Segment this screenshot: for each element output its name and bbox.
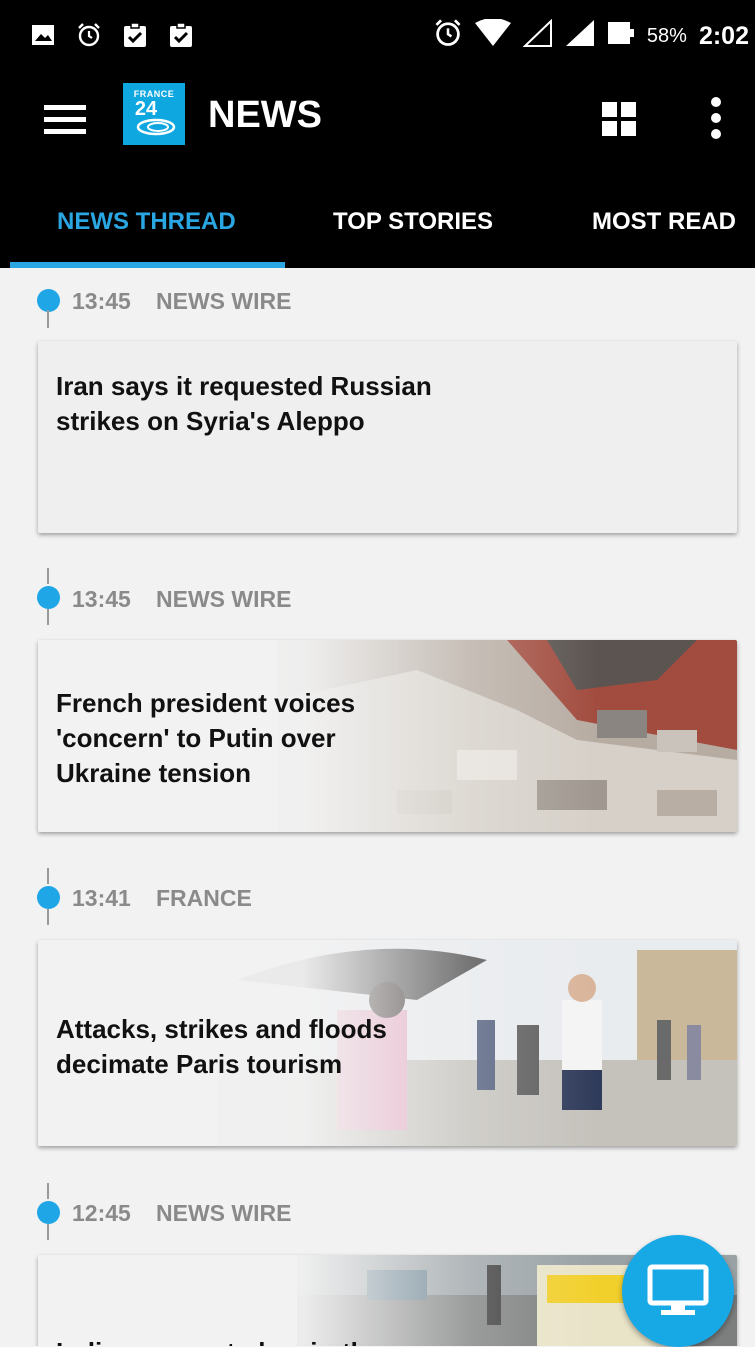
timeline-line [47,310,49,328]
france24-logo: FRANCE 24 [123,83,185,145]
news-card-title: India cows get glow-in-the- [56,1335,476,1346]
timeline-dot [37,886,60,909]
clock-time: 2:02 [698,22,749,50]
menu-icon[interactable] [44,104,86,136]
tab-news-thread[interactable]: NEWS THREAD [57,208,236,236]
item-category: NEWS WIRE [156,1200,292,1226]
timeline-dot [37,289,60,312]
timeline-line [47,568,49,584]
tab-most-read[interactable]: MOST READ [592,208,736,236]
item-category: FRANCE [156,885,252,911]
app-bar: FRANCE 24 NEWS [0,70,755,170]
battery-icon [607,19,635,54]
tv-icon [647,1264,709,1315]
timeline-line [47,909,49,925]
news-card[interactable]: Attacks, strikes and floods decimate Par… [38,940,737,1146]
timeline-line [47,609,49,625]
item-time: 13:45 [72,586,131,612]
timeline-dot [37,586,60,609]
news-card[interactable]: Iran says it requested Russian strikes o… [38,341,737,533]
item-time: 13:41 [72,885,131,911]
tab-bar: NEWS THREAD TOP STORIES MOST READ [0,170,755,268]
item-category: NEWS WIRE [156,288,292,314]
item-time: 12:45 [72,1200,131,1226]
news-card-title: French president voices 'concern' to Put… [56,688,356,788]
timeline-line [47,1183,49,1199]
image-icon [30,22,56,48]
timeline-line [47,1224,49,1240]
battery-percent: 58% [646,25,687,47]
item-category: NEWS WIRE [156,586,292,612]
grid-view-icon[interactable] [602,102,636,136]
wifi-icon [474,18,511,54]
alarm-icon [76,22,102,48]
app-title: NEWS [208,94,322,136]
news-feed[interactable]: 13:45 NEWS WIRE Iran says it requested R… [0,268,755,1346]
status-bar: 58% 2:02 [0,0,755,70]
live-tv-button[interactable] [622,1235,734,1347]
signal-icon [565,19,595,54]
timeline-line [47,868,49,884]
news-card[interactable]: French president voices 'concern' to Put… [38,640,737,832]
signal-icon [522,18,553,54]
news-card-title: Attacks, strikes and floods decimate Par… [56,1014,387,1079]
alarm-icon [433,18,463,55]
news-card-title: Iran says it requested Russian strikes o… [56,371,432,436]
item-time: 13:45 [72,288,131,314]
clipboard-check-icon [122,22,148,48]
timeline-dot [37,1201,60,1224]
clipboard-check-icon [168,22,194,48]
tab-top-stories[interactable]: TOP STORIES [333,208,493,236]
more-options-icon[interactable] [706,95,726,141]
